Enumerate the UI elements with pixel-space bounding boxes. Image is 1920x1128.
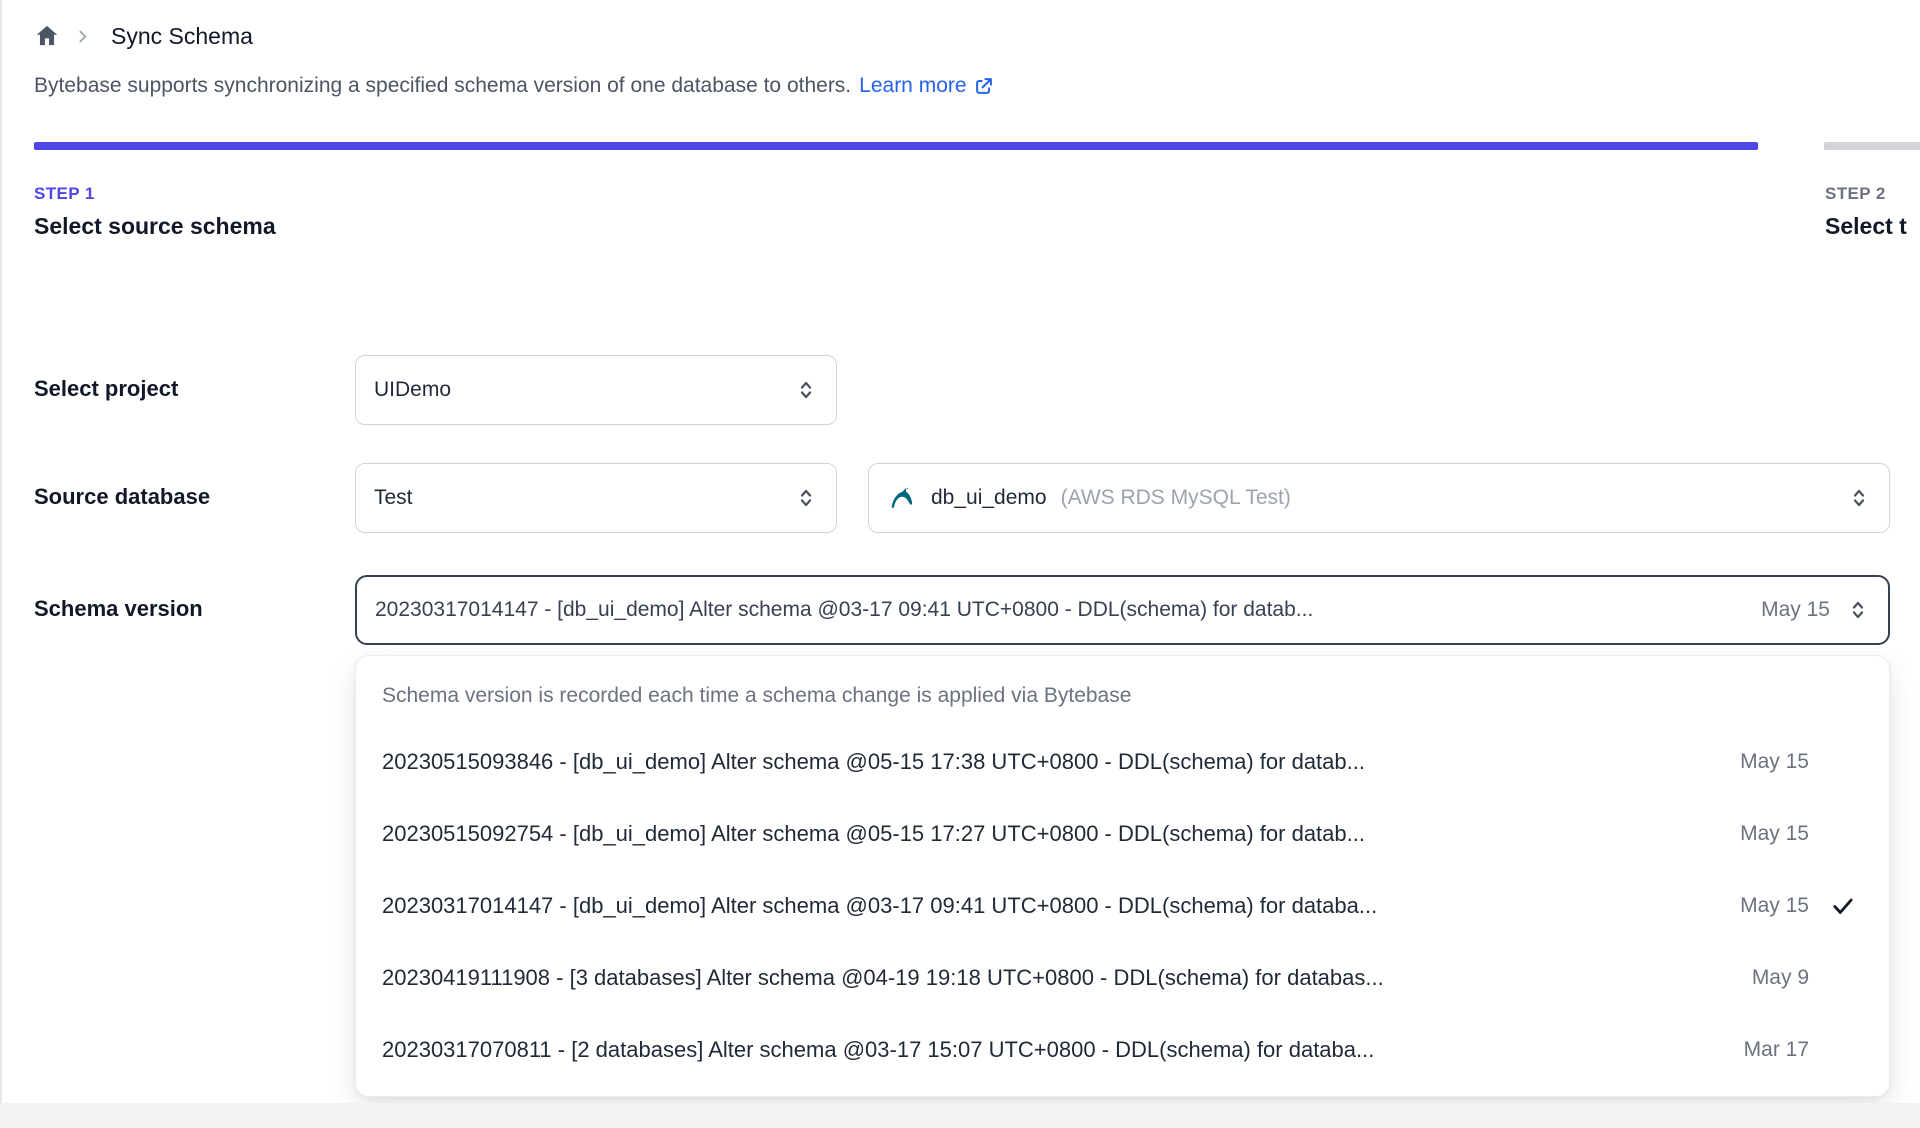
schema-version-option[interactable]: 20230419111908 - [3 databases] Alter sch… xyxy=(356,942,1889,1014)
schema-version-option[interactable]: 20230317070811 - [2 databases] Alter sch… xyxy=(356,1014,1889,1086)
dropdown-header-text: Schema version is recorded each time a s… xyxy=(382,684,1132,707)
option-text: 20230317014147 - [db_ui_demo] Alter sche… xyxy=(382,893,1378,918)
step1-progress-bar xyxy=(34,142,1758,150)
option-date: May 15 xyxy=(1740,894,1809,917)
step-2: STEP 2 Select t xyxy=(1825,184,1920,240)
option-text: 20230317070811 - [2 databases] Alter sch… xyxy=(382,1037,1375,1062)
project-select-value: UIDemo xyxy=(374,378,452,401)
sidebar-divider xyxy=(0,0,2,1128)
project-select[interactable]: UIDemo xyxy=(355,355,837,425)
chevron-updown-icon xyxy=(1847,486,1871,510)
database-select[interactable]: db_ui_demo (AWS RDS MySQL Test) xyxy=(868,463,1890,533)
schema-version-select-date: May 15 xyxy=(1761,598,1830,621)
page-title: Sync Schema xyxy=(111,22,253,49)
external-link-icon xyxy=(973,75,995,97)
schema-version-dropdown: Schema version is recorded each time a s… xyxy=(355,655,1890,1097)
learn-more-link[interactable]: Learn more xyxy=(859,74,994,98)
chevron-updown-icon xyxy=(1846,598,1870,622)
option-date: May 9 xyxy=(1751,966,1809,989)
option-date: May 15 xyxy=(1740,750,1809,773)
option-date: Mar 17 xyxy=(1743,1038,1809,1061)
environment-select-value: Test xyxy=(374,486,413,509)
chevron-updown-icon xyxy=(794,378,818,402)
schema-version-option[interactable]: 20230515093846 - [db_ui_demo] Alter sche… xyxy=(356,726,1889,798)
option-text: 20230419111908 - [3 databases] Alter sch… xyxy=(382,965,1384,990)
schema-version-option[interactable]: 20230515092754 - [db_ui_demo] Alter sche… xyxy=(356,798,1889,870)
step-2-title: Select t xyxy=(1825,213,1907,239)
step-1-title: Select source schema xyxy=(34,213,276,239)
home-icon[interactable] xyxy=(34,23,60,49)
option-date: May 15 xyxy=(1740,822,1809,845)
database-select-value: db_ui_demo xyxy=(931,486,1047,509)
schema-version-select-value: 20230317014147 - [db_ui_demo] Alter sche… xyxy=(375,598,1314,621)
option-text: 20230515093846 - [db_ui_demo] Alter sche… xyxy=(382,749,1365,774)
schema-version-select[interactable]: 20230317014147 - [db_ui_demo] Alter sche… xyxy=(355,575,1890,645)
step-2-label: STEP 2 xyxy=(1825,184,1886,203)
step2-progress-bar xyxy=(1824,142,1920,150)
mysql-icon xyxy=(887,483,917,513)
schema-version-label: Schema version xyxy=(34,596,203,621)
description-text: Bytebase supports synchronizing a specif… xyxy=(34,74,852,97)
database-select-detail: (AWS RDS MySQL Test) xyxy=(1060,486,1291,509)
schema-version-listbox: 20230515093846 - [db_ui_demo] Alter sche… xyxy=(356,726,1889,1086)
step-1: STEP 1 Select source schema xyxy=(34,184,276,240)
chevron-updown-icon xyxy=(794,486,818,510)
learn-more-label: Learn more xyxy=(859,74,967,97)
option-text: 20230515092754 - [db_ui_demo] Alter sche… xyxy=(382,821,1365,846)
bottom-band xyxy=(0,1103,1920,1128)
step-1-label: STEP 1 xyxy=(34,184,95,203)
breadcrumb: Sync Schema xyxy=(34,16,253,56)
select-project-label: Select project xyxy=(34,376,179,401)
environment-select[interactable]: Test xyxy=(355,463,837,533)
schema-version-option[interactable]: 20230317014147 - [db_ui_demo] Alter sche… xyxy=(356,870,1889,942)
source-database-label: Source database xyxy=(34,484,211,509)
check-icon xyxy=(1823,893,1863,919)
page-description: Bytebase supports synchronizing a specif… xyxy=(34,74,995,98)
chevron-right-icon xyxy=(74,28,91,45)
